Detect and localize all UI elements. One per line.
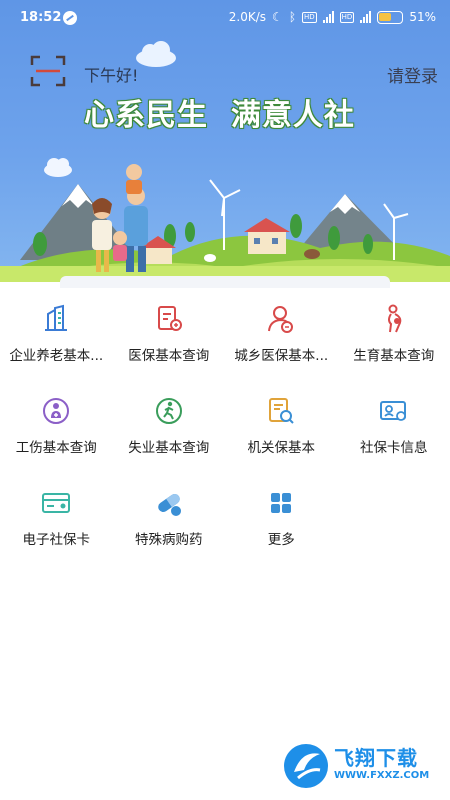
grid-more-icon [271, 493, 292, 513]
medical-insurance-icon [157, 306, 182, 331]
service-label: 工伤基本查询 [15, 440, 97, 456]
hd-icon-2: HD [339, 11, 355, 23]
slogan: 心系民生 满意人社 [84, 98, 355, 133]
battery-icon [377, 10, 404, 24]
moon-icon: ☾ [272, 10, 283, 24]
service-label: 更多 [267, 532, 295, 548]
service-label: 电子社保卡 [22, 532, 91, 548]
service-more[interactable]: 更多 [225, 472, 338, 564]
service-special-disease-medicine[interactable]: 特殊病购药 [113, 472, 226, 564]
login-link[interactable]: 请登录 [387, 62, 438, 87]
scan-icon[interactable] [30, 55, 66, 87]
service-label: 特殊病购药 [135, 532, 203, 548]
service-label: 机关保基本 [247, 440, 316, 456]
service-grid: 企业养老基本... 医保基本查询 城乡医保基本... 生育基本查询 工伤基本查询… [0, 288, 450, 564]
service-label: 失业基本查询 [128, 440, 210, 456]
signal-icon [322, 11, 334, 23]
empty-cell [338, 472, 450, 564]
status-bar: 18:52 2.0K/s ☾ ᛒ HD HD 51% [0, 0, 450, 38]
do-not-disturb-icon [63, 11, 77, 25]
watermark-logo-icon [284, 744, 328, 788]
service-label: 城乡医保基本... [234, 348, 329, 364]
person-badge-icon [268, 306, 294, 333]
signal-icon-2 [360, 11, 372, 23]
bluetooth-icon: ᛒ [288, 10, 297, 24]
service-unemployment[interactable]: 失业基本查询 [113, 380, 226, 472]
document-search-icon [269, 398, 294, 424]
greeting-text: 下午好! [84, 66, 139, 85]
service-work-injury[interactable]: 工伤基本查询 [0, 380, 113, 472]
running-person-icon [155, 398, 182, 424]
banner-bottom-edge [60, 276, 390, 288]
service-label: 企业养老基本... [9, 348, 104, 364]
service-government-insurance[interactable]: 机关保基本 [225, 380, 338, 472]
service-medical-insurance[interactable]: 医保基本查询 [113, 288, 226, 380]
service-enterprise-pension[interactable]: 企业养老基本... [0, 288, 113, 380]
service-label: 医保基本查询 [128, 348, 210, 364]
network-speed: 2.0K/s [228, 10, 267, 24]
service-label: 生育基本查询 [353, 348, 435, 364]
service-maternity[interactable]: 生育基本查询 [338, 288, 450, 380]
header-banner: 18:52 2.0K/s ☾ ᛒ HD HD 51% 下午好! 请登录 心系民生… [0, 0, 450, 282]
service-urban-rural-medical[interactable]: 城乡医保基本... [225, 288, 338, 380]
service-label: 社保卡信息 [360, 440, 428, 456]
injury-icon [43, 398, 70, 424]
family-illustration [0, 158, 450, 282]
watermark-brand: 飞翔下载 [334, 746, 418, 770]
service-e-social-card[interactable]: 电子社保卡 [0, 472, 113, 564]
pregnancy-icon [387, 304, 402, 333]
cloud-icon [136, 41, 176, 67]
watermark: 飞翔下载 WWW.FXXZ.COM [282, 740, 442, 792]
id-card-icon [379, 401, 406, 421]
hd-icon: HD [302, 11, 317, 23]
service-social-card-info[interactable]: 社保卡信息 [338, 380, 450, 472]
watermark-url: WWW.FXXZ.COM [334, 770, 430, 781]
e-card-icon [42, 493, 71, 513]
battery-percent: 51% [409, 10, 436, 24]
pill-icon [158, 493, 181, 516]
building-icon [45, 304, 68, 331]
status-time: 18:52 [20, 10, 62, 25]
